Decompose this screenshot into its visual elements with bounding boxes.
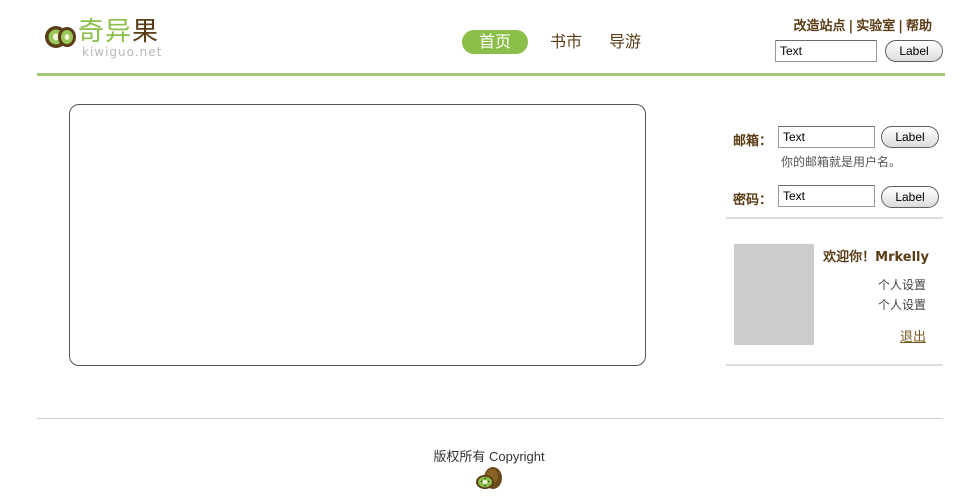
logout-link[interactable]: 退出: [900, 326, 926, 345]
header-divider: [37, 73, 945, 76]
brand-name: 奇异果: [78, 16, 159, 48]
lab-link[interactable]: 实验室: [856, 19, 895, 34]
email-button[interactable]: Label: [881, 126, 939, 148]
sidebar-divider: [726, 217, 943, 219]
welcome-message: 欢迎你！Mrkelly: [823, 250, 929, 265]
email-field[interactable]: Text: [778, 126, 875, 148]
brand-name-dark: 果: [132, 17, 160, 47]
kiwi-fruit-icon: [476, 467, 502, 489]
nav-books[interactable]: 书市: [548, 30, 584, 54]
nav-home[interactable]: 首页: [462, 30, 528, 54]
copyright-text: 版权所有 Copyright: [433, 449, 545, 464]
top-links: 改造站点 | 实验室 | 帮助: [793, 15, 932, 34]
brand-name-green: 奇异: [78, 17, 133, 47]
header-search-button[interactable]: Label: [885, 40, 943, 62]
password-field[interactable]: Text: [778, 185, 875, 207]
help-link[interactable]: 帮助: [906, 19, 932, 34]
change-site-link[interactable]: 改造站点: [793, 19, 845, 34]
main-content-panel: [69, 104, 646, 366]
password-button[interactable]: Label: [881, 186, 939, 208]
link-separator: |: [898, 19, 903, 34]
site-logo[interactable]: 奇异果 kiwiguo.net: [44, 16, 174, 60]
footer-divider: [37, 418, 943, 419]
personal-settings-link[interactable]: 个人设置: [878, 296, 926, 313]
avatar: [734, 244, 814, 345]
nav-guide[interactable]: 导游: [607, 30, 643, 54]
sidebar-divider: [726, 364, 943, 366]
personal-settings-link[interactable]: 个人设置: [878, 276, 926, 293]
kiwi-logo-icon: [45, 26, 76, 48]
email-hint: 你的邮箱就是用户名。: [781, 155, 902, 169]
header-search-input[interactable]: Text: [775, 40, 877, 62]
brand-domain: kiwiguo.net: [82, 45, 163, 59]
password-label: 密码：: [733, 193, 773, 208]
link-separator: |: [848, 19, 854, 34]
email-label: 邮箱：: [733, 134, 773, 149]
